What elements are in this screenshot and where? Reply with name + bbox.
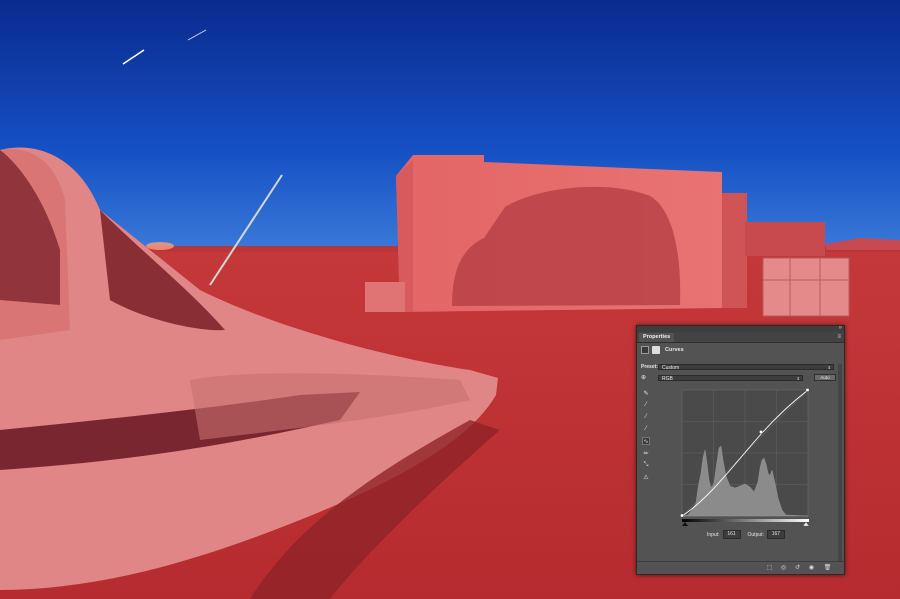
output-field[interactable]: 167 [766,530,785,539]
panel-tabbar: Properties ≡ [637,332,844,343]
curve-point[interactable] [759,430,763,434]
view-previous-icon[interactable]: ◎ [779,564,788,572]
warning-icon[interactable]: ⚠ [642,473,650,481]
preset-row: Preset: Custom ⇕ [641,363,834,371]
black-point-icon[interactable]: ⁄ [642,401,650,409]
properties-panel: » Properties ≡ Curves Preset: Custom ⇕ ⊕… [636,325,845,575]
input-label: Input: [707,531,720,538]
curve-point[interactable] [680,513,684,518]
auto-button[interactable]: Auto [814,374,836,381]
chevron-down-icon: ⇕ [796,375,800,381]
input-field[interactable]: 161 [722,530,741,539]
preset-label: Preset: [641,363,658,370]
curve-tool-icon[interactable]: ∿ [642,437,650,445]
curves-graph[interactable] [680,388,810,518]
reset-icon[interactable]: ↺ [793,564,802,572]
curve-point[interactable] [805,388,810,392]
visibility-icon[interactable]: ◉ [807,564,816,572]
channel-select[interactable]: RGB ⇕ [658,374,803,382]
curve-tools: ✎ ⁄ ⁄ ⁄ ∿ ✏ ⤡ ⚠ [642,389,652,485]
white-slider[interactable] [802,521,809,526]
preset-value: Custom [662,364,680,371]
panel-menu-icon[interactable]: ≡ [837,333,841,341]
tote-cage [762,257,850,317]
gray-point-icon[interactable]: ⁄ [642,413,650,421]
mask-icon[interactable] [652,346,660,354]
input-output-row: Input: 161 Output: 167 [707,530,785,539]
adjustment-title: Curves [665,347,684,353]
curves-adjustment-icon [641,346,649,354]
panel-bottombar: ⬚ ◎ ↺ ◉ 🗑 [637,561,844,574]
chevron-down-icon: ⇕ [827,364,831,370]
black-slider[interactable] [682,522,688,526]
clip-to-layer-icon[interactable]: ⬚ [765,564,774,572]
channel-row: ⊕ RGB ⇕ [641,374,803,382]
pencil-icon[interactable]: ✏ [642,449,650,457]
white-point-icon[interactable]: ⁄ [642,425,650,433]
trash-icon[interactable]: 🗑 [823,564,832,572]
panel-scrollbar[interactable] [838,364,842,562]
adjustment-header: Curves [641,345,684,355]
channel-icon: ⊕ [641,375,647,381]
close-icon[interactable]: » [839,325,842,332]
preset-select[interactable]: Custom ⇕ [658,363,834,371]
channel-value: RGB [662,375,673,382]
smooth-icon[interactable]: ⤡ [642,461,650,469]
output-label: Output: [747,531,764,538]
eyedropper-icon[interactable]: ✎ [642,389,650,397]
gradient-bar [682,519,809,526]
tab-properties[interactable]: Properties [639,333,675,342]
